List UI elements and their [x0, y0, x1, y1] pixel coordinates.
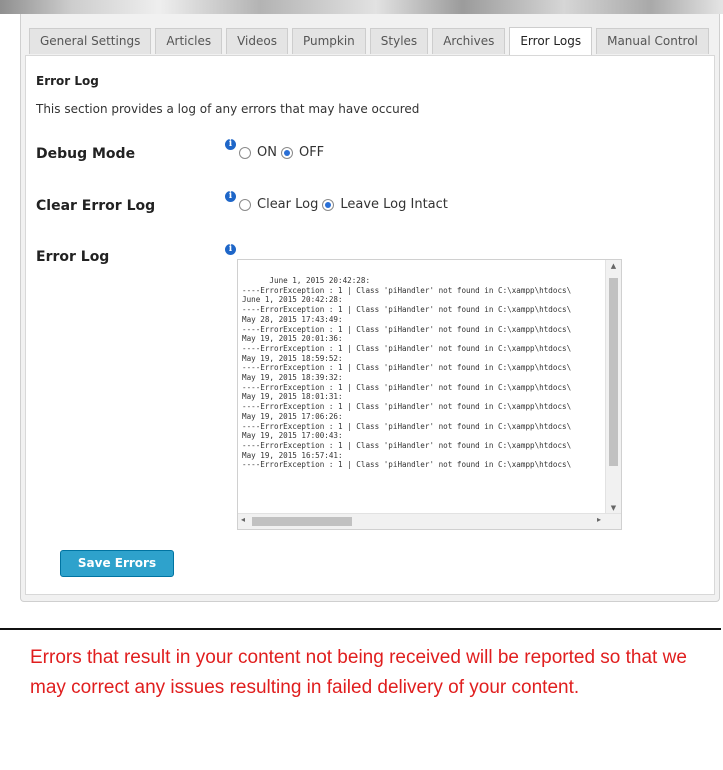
tab-articles[interactable]: Articles	[155, 28, 223, 54]
clear-error-log-label: Clear Error Log	[36, 198, 156, 214]
error-log-line: June 1, 2015 20:42:28:	[242, 295, 343, 305]
error-log-line: ----ErrorException : 1 | Class 'piHandle…	[242, 285, 572, 295]
error-log-line: May 28, 2015 17:43:49:	[242, 314, 343, 324]
error-log-line: ----ErrorException : 1 | Class 'piHandle…	[242, 343, 572, 353]
debug-on-radio[interactable]	[239, 146, 251, 159]
annotation-box: Errors that result in your content not b…	[0, 628, 721, 770]
error-log-line: May 19, 2015 17:00:43:	[242, 431, 343, 441]
error-log-line: ----ErrorException : 1 | Class 'piHandle…	[242, 382, 572, 392]
error-log-line: ----ErrorException : 1 | Class 'piHandle…	[242, 305, 572, 315]
arrow-left-icon[interactable]: ◂	[241, 515, 245, 524]
vertical-scrollbar[interactable]: ▲ ▼	[605, 260, 621, 514]
horizontal-scrollbar[interactable]: ◂ ▸	[238, 513, 621, 529]
tab-general-settings[interactable]: General Settings	[29, 28, 152, 54]
error-log-line: May 19, 2015 20:01:36:	[242, 334, 343, 344]
scrollbar-thumb[interactable]	[609, 278, 618, 466]
tab-manual-control[interactable]: Manual Control	[596, 28, 709, 54]
error-log-line: ----ErrorException : 1 | Class 'piHandle…	[242, 460, 572, 470]
leave-log-intact-label: Leave Log Intact	[340, 197, 448, 212]
clear-log-radio[interactable]	[239, 198, 251, 211]
tab-error-logs[interactable]: Error Logs	[509, 27, 593, 55]
arrow-down-icon[interactable]: ▼	[606, 504, 621, 512]
error-log-line: ----ErrorException : 1 | Class 'piHandle…	[242, 363, 572, 373]
section-description: This section provides a log of any error…	[36, 102, 420, 116]
clear-log-options: Clear Log Leave Log Intact	[235, 197, 448, 212]
header-background-image	[0, 0, 723, 14]
error-log-line: ----ErrorException : 1 | Class 'piHandle…	[242, 440, 572, 450]
arrow-right-icon[interactable]: ▸	[597, 515, 601, 524]
debug-on-label: ON	[257, 145, 277, 160]
error-log-line: June 1, 2015 20:42:28:	[242, 276, 371, 285]
tab-pumpkin[interactable]: Pumpkin	[291, 28, 366, 54]
error-log-label: Error Log	[36, 249, 110, 265]
error-log-line: May 19, 2015 18:59:52:	[242, 353, 343, 363]
save-errors-button[interactable]: Save Errors	[60, 550, 174, 577]
debug-mode-options: ON OFF	[235, 145, 324, 160]
error-log-textarea[interactable]: June 1, 2015 20:42:28: ----ErrorException…	[237, 259, 622, 530]
tab-archives[interactable]: Archives	[432, 28, 506, 54]
settings-panel: General Settings Articles Videos Pumpkin…	[20, 14, 720, 602]
arrow-up-icon[interactable]: ▲	[606, 262, 621, 270]
scrollbar-thumb[interactable]	[252, 517, 352, 526]
error-log-line: ----ErrorException : 1 | Class 'piHandle…	[242, 324, 572, 334]
error-log-line: ----ErrorException : 1 | Class 'piHandle…	[242, 421, 572, 431]
annotation-text: Errors that result in your content not b…	[30, 647, 687, 698]
tab-styles[interactable]: Styles	[369, 28, 429, 54]
debug-off-label: OFF	[298, 145, 325, 160]
error-log-line: May 19, 2015 17:06:26:	[242, 411, 343, 421]
tab-bar: General Settings Articles Videos Pumpkin…	[29, 22, 713, 55]
section-title: Error Log	[36, 74, 99, 88]
debug-off-radio[interactable]	[280, 146, 293, 159]
error-log-line: May 19, 2015 18:01:31:	[242, 392, 343, 402]
clear-log-label: Clear Log	[257, 197, 319, 212]
error-log-line: ----ErrorException : 1 | Class 'piHandle…	[242, 402, 572, 412]
debug-mode-label: Debug Mode	[36, 146, 136, 162]
leave-log-intact-radio[interactable]	[322, 198, 335, 211]
info-icon[interactable]: i	[225, 244, 236, 255]
tab-videos[interactable]: Videos	[226, 28, 288, 54]
error-log-content: June 1, 2015 20:42:28: ----ErrorException…	[242, 276, 603, 511]
tab-content: Error Log This section provides a log of…	[25, 55, 715, 595]
error-log-line: May 19, 2015 16:57:41:	[242, 450, 343, 460]
error-log-line: May 19, 2015 18:39:32:	[242, 373, 343, 383]
